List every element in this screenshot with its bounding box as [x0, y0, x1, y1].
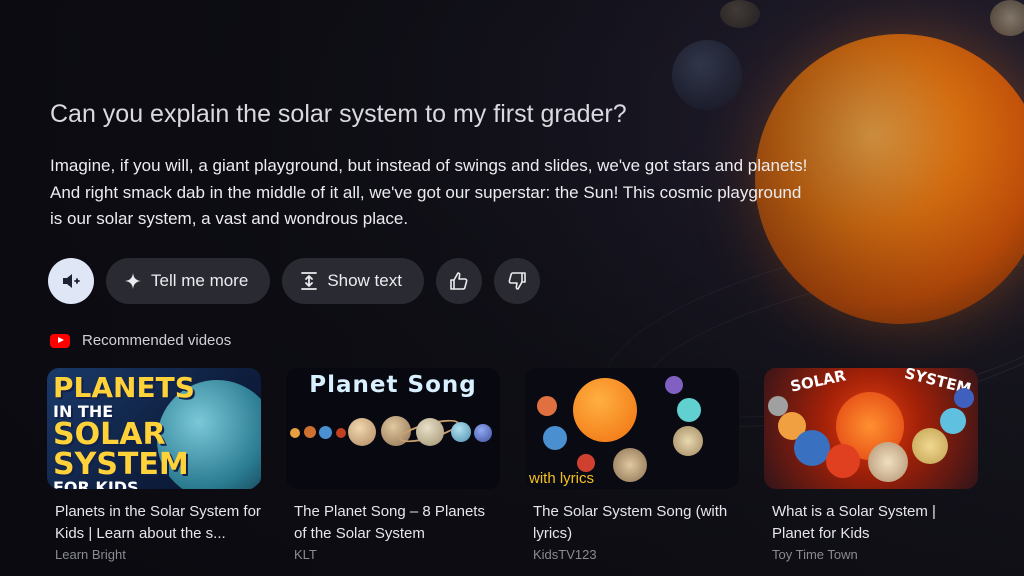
video-title[interactable]: Planets in the Solar System for Kids | L… [55, 501, 261, 545]
video-channel: Toy Time Town [772, 547, 858, 562]
planet-illustration [613, 448, 647, 482]
recommended-videos-header: Recommended videos [50, 332, 231, 349]
speaker-icon [60, 270, 82, 292]
planet-illustration [868, 442, 908, 482]
planet-illustration [319, 426, 332, 439]
video-thumbnail[interactable]: Planet Song [286, 368, 500, 489]
planet-illustration [304, 426, 316, 438]
tell-me-more-label: Tell me more [151, 271, 249, 290]
planet-illustration [416, 418, 444, 446]
video-thumbnail[interactable]: PLANETS IN THE SOLAR SYSTEM FOR KIDS [47, 368, 261, 489]
assistant-answer: Imagine, if you will, a giant playground… [50, 156, 808, 228]
planet-illustration [336, 428, 346, 438]
planet-illustration [673, 426, 703, 456]
audio-button[interactable] [48, 258, 94, 304]
show-text-label: Show text [327, 271, 402, 290]
thumbnail-text: PLANETS IN THE SOLAR SYSTEM FOR KIDS [53, 371, 195, 490]
tell-me-more-button[interactable]: Tell me more [106, 258, 271, 304]
video-title[interactable]: The Solar System Song (with lyrics) [533, 501, 739, 545]
like-button[interactable] [435, 258, 482, 304]
planet-illustration [912, 428, 948, 464]
thumbnail-text: with lyrics [529, 470, 595, 487]
planet-illustration [474, 424, 492, 442]
thumbs-down-icon [507, 271, 527, 291]
video-title[interactable]: The Planet Song – 8 Planets of the Solar… [294, 501, 500, 545]
planet-illustration [290, 428, 300, 438]
thumbs-up-icon [449, 271, 469, 291]
sparkle-icon [124, 272, 142, 290]
video-title[interactable]: What is a Solar System | Planet for Kids [772, 501, 978, 545]
video-thumbnail[interactable]: SOLAR SYSTEM [764, 368, 978, 489]
planet-illustration [451, 422, 471, 442]
thumbnail-text: SOLAR [788, 368, 848, 396]
video-card[interactable]: SOLAR SYSTEM What is a Solar System | Pl… [764, 368, 978, 562]
action-bar: Tell me more Show text [48, 258, 540, 304]
planet-illustration [940, 408, 966, 434]
planet-illustration [537, 396, 557, 416]
video-channel: KLT [294, 547, 317, 562]
video-channel: Learn Bright [55, 547, 126, 562]
youtube-icon [50, 333, 70, 348]
planet-illustration [348, 418, 376, 446]
video-card[interactable]: PLANETS IN THE SOLAR SYSTEM FOR KIDS Pla… [47, 368, 261, 562]
video-card[interactable]: Planet Song The Planet Song – 8 Planets … [286, 368, 500, 562]
planet-illustration [954, 388, 974, 408]
planet-illustration [665, 376, 683, 394]
recommended-videos-label: Recommended videos [82, 332, 232, 349]
sun-illustration [573, 378, 637, 442]
planet-illustration [826, 444, 860, 478]
video-list: PLANETS IN THE SOLAR SYSTEM FOR KIDS Pla… [47, 368, 978, 562]
user-question: Can you explain the solar system to my f… [50, 100, 627, 128]
planet-illustration [543, 426, 567, 450]
planet-illustration [677, 398, 701, 422]
video-thumbnail[interactable]: with lyrics [525, 368, 739, 489]
show-text-button[interactable]: Show text [282, 258, 424, 304]
video-card[interactable]: with lyrics The Solar System Song (with … [525, 368, 739, 562]
thumbnail-text: Planet Song [309, 372, 477, 398]
dislike-button[interactable] [493, 258, 540, 304]
video-channel: KidsTV123 [533, 547, 597, 562]
expand-text-icon [300, 271, 318, 291]
planet-illustration [794, 430, 830, 466]
